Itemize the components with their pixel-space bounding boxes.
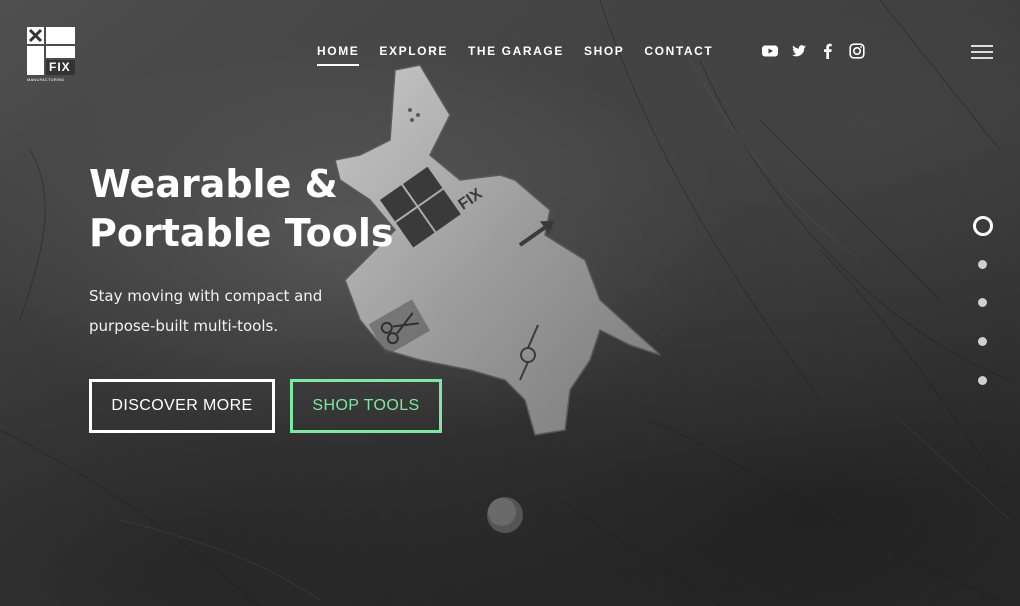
slider-dot-1[interactable] <box>973 216 993 236</box>
menu-line <box>971 57 993 59</box>
slider-dot-2[interactable] <box>978 260 987 269</box>
logo-text: FIX <box>49 60 71 74</box>
slider-dot-4[interactable] <box>978 337 987 346</box>
menu-line <box>971 51 993 53</box>
logo-subtext: MANUFACTURING <box>27 77 65 82</box>
brand-logo[interactable]: FIX MANUFACTURING <box>27 27 75 83</box>
slider-dot-3[interactable] <box>978 298 987 307</box>
hero-title-line2: Portable Tools <box>89 211 394 255</box>
facebook-icon[interactable] <box>820 43 836 59</box>
fix-logo-icon <box>27 27 75 75</box>
social-links <box>762 43 865 59</box>
menu-hamburger-icon[interactable] <box>971 45 993 59</box>
nav-contact[interactable]: CONTACT <box>644 44 713 66</box>
nav-explore[interactable]: EXPLORE <box>379 44 448 66</box>
nav-the-garage[interactable]: THE GARAGE <box>468 44 564 66</box>
twitter-icon[interactable] <box>791 43 807 59</box>
youtube-icon[interactable] <box>762 43 778 59</box>
bolt-image <box>483 493 527 537</box>
shop-tools-button[interactable]: SHOP TOOLS <box>290 379 442 433</box>
nav-home[interactable]: HOME <box>317 44 360 66</box>
hero-subtitle-line2: purpose-built multi-tools. <box>89 317 279 335</box>
discover-more-button[interactable]: DISCOVER MORE <box>89 379 275 433</box>
hero-subtitle: Stay moving with compact and purpose-bui… <box>89 281 349 341</box>
nav-shop[interactable]: SHOP <box>584 44 624 66</box>
hero-subtitle-line1: Stay moving with compact and <box>89 287 323 305</box>
main-nav: HOME EXPLORE THE GARAGE SHOP CONTACT <box>317 44 713 66</box>
hero-title: Wearable & Portable Tools <box>89 160 419 258</box>
instagram-icon[interactable] <box>849 43 865 59</box>
slider-dot-5[interactable] <box>978 376 987 385</box>
hero-title-line1: Wearable & <box>89 162 338 206</box>
menu-line <box>971 45 993 47</box>
